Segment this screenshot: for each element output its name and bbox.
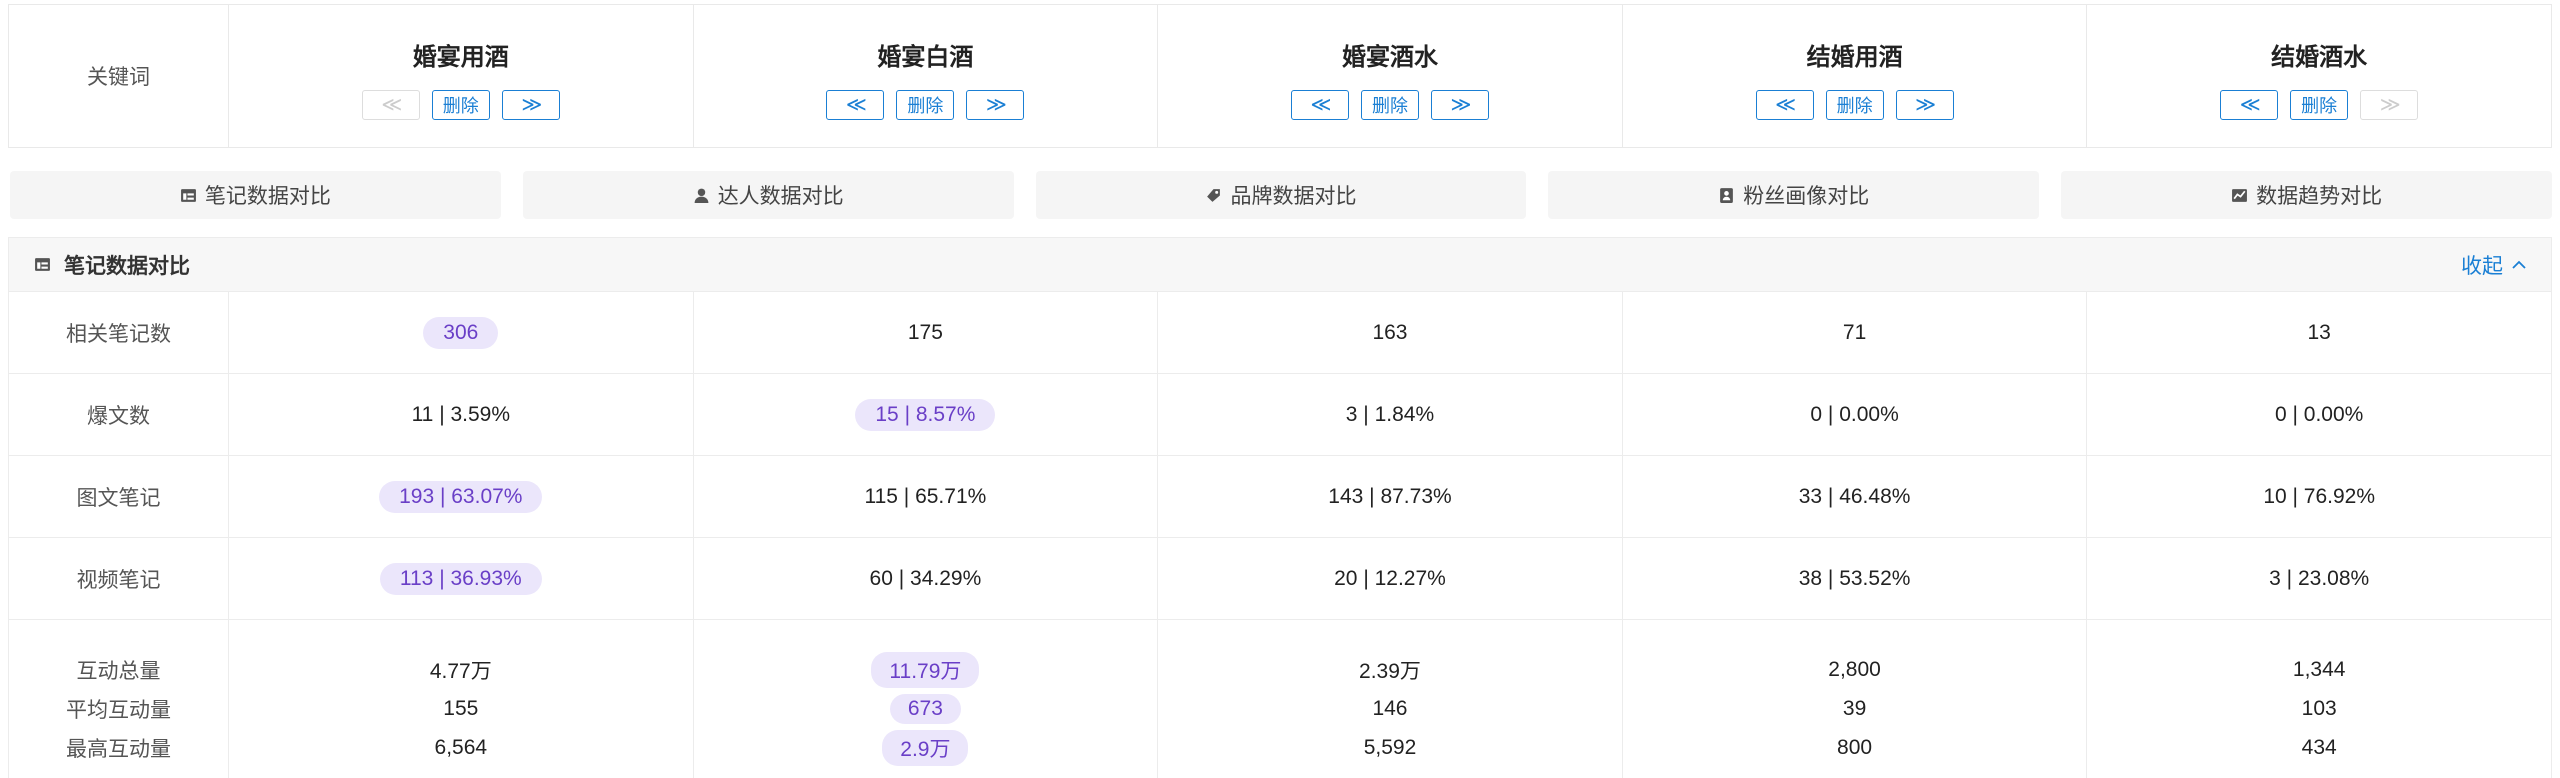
table-row: 图文笔记 193 | 63.07% 115 | 65.71% 143 | 87.… [9, 456, 2551, 538]
note-data-section: 笔记数据对比 收起 相关笔记数 306 175 163 71 13 爆文数 11… [8, 237, 2552, 778]
cell-value: 10 | 76.92% [2263, 485, 2376, 508]
row-label: 相关笔记数 [9, 292, 229, 374]
cell-value: 38 | 53.52% [1798, 567, 1911, 590]
tab-fan-portrait[interactable]: 粉丝画像对比 [1548, 171, 2040, 219]
collapse-button[interactable]: 收起 [2461, 238, 2527, 292]
delete-keyword-button[interactable]: 删除 [896, 89, 955, 120]
delete-keyword-button[interactable]: 删除 [1360, 89, 1419, 120]
keyword-name: 婚宴用酒 [412, 43, 509, 71]
cell-value: 11.79万 [871, 651, 980, 688]
row-label: 平均互动量 [66, 698, 171, 722]
cell-value: 434 [2301, 735, 2337, 759]
tab-label: 笔记数据对比 [204, 185, 331, 208]
tab-influencer-data[interactable]: 达人数据对比 [522, 171, 1014, 219]
row-label: 最高互动量 [66, 737, 171, 761]
tab-label: 品牌数据对比 [1230, 185, 1357, 208]
keyword-name: 结婚用酒 [1806, 43, 1903, 71]
brand-tag-icon [1207, 188, 1221, 202]
row-label: 互动总量 [76, 659, 161, 683]
cell-value: 193 | 63.07% [379, 481, 543, 513]
cell-value: 13 [2307, 321, 2331, 344]
move-left-button[interactable]: ≪ [2220, 89, 2279, 120]
tab-trend-data[interactable]: 数据趋势对比 [2061, 171, 2552, 219]
trend-chart-icon [2232, 188, 2248, 202]
keyword-name: 结婚酒水 [2271, 43, 2368, 71]
keyword-label: 关键词 [9, 5, 229, 147]
cell-value: 39 [1842, 696, 1867, 720]
cell-value: 306 [423, 317, 499, 349]
move-left-button[interactable]: ≪ [1755, 89, 1814, 120]
keyword-name: 婚宴白酒 [877, 43, 974, 71]
tab-label: 数据趋势对比 [2256, 185, 2383, 208]
cell-value: 33 | 46.48% [1798, 485, 1911, 508]
cell-value: 6,564 [434, 735, 488, 759]
keyword-header: 关键词 婚宴用酒 ≪ 删除 ≫ 婚宴白酒 ≪ 删除 ≫ 婚宴酒水 ≪ 删除 ≫ … [8, 4, 2552, 148]
cell-value: 673 [889, 693, 961, 724]
cell-value: 4.77万 [429, 659, 492, 683]
keyword-column: 婚宴白酒 ≪ 删除 ≫ [694, 5, 1159, 147]
tab-brand-data[interactable]: 品牌数据对比 [1035, 171, 1527, 219]
cell-value: 11 | 3.59% [411, 403, 511, 426]
keyword-column: 婚宴用酒 ≪ 删除 ≫ [229, 5, 694, 147]
cell-value: 103 [2301, 696, 2337, 720]
collapse-label: 收起 [2461, 255, 2503, 278]
cell-value: 2.9万 [882, 729, 969, 766]
cell-value: 115 | 65.71% [864, 485, 987, 508]
cell-value: 1,344 [2292, 657, 2346, 681]
cell-value: 5,592 [1363, 735, 1417, 759]
cell-value: 143 | 87.73% [1328, 485, 1452, 508]
cell-value: 0 | 0.00% [1810, 403, 1899, 426]
move-right-button[interactable]: ≫ [1430, 89, 1489, 120]
note-card-icon [35, 258, 50, 271]
cell-value: 20 | 12.27% [1334, 567, 1446, 590]
delete-keyword-button[interactable]: 删除 [2290, 89, 2349, 120]
table-row: 相关笔记数 306 175 163 71 13 [9, 292, 2551, 374]
move-right-button[interactable]: ≫ [1895, 89, 1954, 120]
note-card-icon [180, 188, 196, 202]
move-right-button[interactable]: ≫ [501, 89, 560, 120]
comparison-tabs: 笔记数据对比 达人数据对比 品牌数据对比 粉丝画像对比 数据趋势对比 [10, 171, 2552, 219]
cell-value: 146 [1372, 696, 1408, 720]
cell-value: 3 | 23.08% [2269, 567, 2370, 590]
delete-keyword-button[interactable]: 删除 [431, 89, 490, 120]
move-right-button[interactable]: ≫ [966, 89, 1025, 120]
table-row: 视频笔记 113 | 36.93% 60 | 34.29% 20 | 12.27… [9, 538, 2551, 620]
move-left-button[interactable]: ≪ [826, 89, 885, 120]
keyword-column: 结婚用酒 ≪ 删除 ≫ [1623, 5, 2088, 147]
cell-value: 3 | 1.84% [1345, 403, 1435, 426]
cell-value: 2,800 [1828, 657, 1881, 681]
tab-label: 达人数据对比 [717, 185, 844, 208]
move-left-button[interactable]: ≪ [361, 89, 420, 120]
keyword-column: 结婚酒水 ≪ 删除 ≫ [2087, 5, 2551, 147]
tab-label: 粉丝画像对比 [1743, 185, 1870, 208]
cell-value: 71 [1842, 321, 1867, 344]
cell-value: 0 | 0.00% [2274, 403, 2364, 426]
cell-value: 60 | 34.29% [869, 567, 982, 590]
move-right-button[interactable]: ≫ [2360, 89, 2419, 120]
user-icon [694, 188, 709, 203]
cell-value: 175 [907, 321, 943, 344]
section-header: 笔记数据对比 收起 [9, 238, 2551, 292]
portrait-icon [1720, 187, 1734, 203]
row-label: 爆文数 [9, 374, 229, 456]
cell-value: 2.39万 [1359, 659, 1421, 683]
section-title: 笔记数据对比 [64, 254, 190, 278]
move-left-button[interactable]: ≪ [1290, 89, 1349, 120]
interaction-row: 互动总量 平均互动量 最高互动量 4.77万 155 6,564 11.79万 … [9, 620, 2551, 778]
keyword-column: 婚宴酒水 ≪ 删除 ≫ [1158, 5, 1623, 147]
cell-value: 15 | 8.57% [855, 399, 996, 431]
delete-keyword-button[interactable]: 删除 [1825, 89, 1884, 120]
tab-note-data[interactable]: 笔记数据对比 [10, 171, 501, 219]
row-label: 视频笔记 [9, 538, 229, 620]
keyword-name: 婚宴酒水 [1341, 43, 1438, 71]
cell-value: 163 [1372, 321, 1408, 344]
table-row: 爆文数 11 | 3.59% 15 | 8.57% 3 | 1.84% 0 | … [9, 374, 2551, 456]
row-label: 图文笔记 [9, 456, 229, 538]
cell-value: 113 | 36.93% [379, 563, 542, 595]
cell-value: 155 [443, 696, 479, 720]
chevron-up-icon [2512, 260, 2526, 269]
cell-value: 800 [1837, 735, 1873, 759]
